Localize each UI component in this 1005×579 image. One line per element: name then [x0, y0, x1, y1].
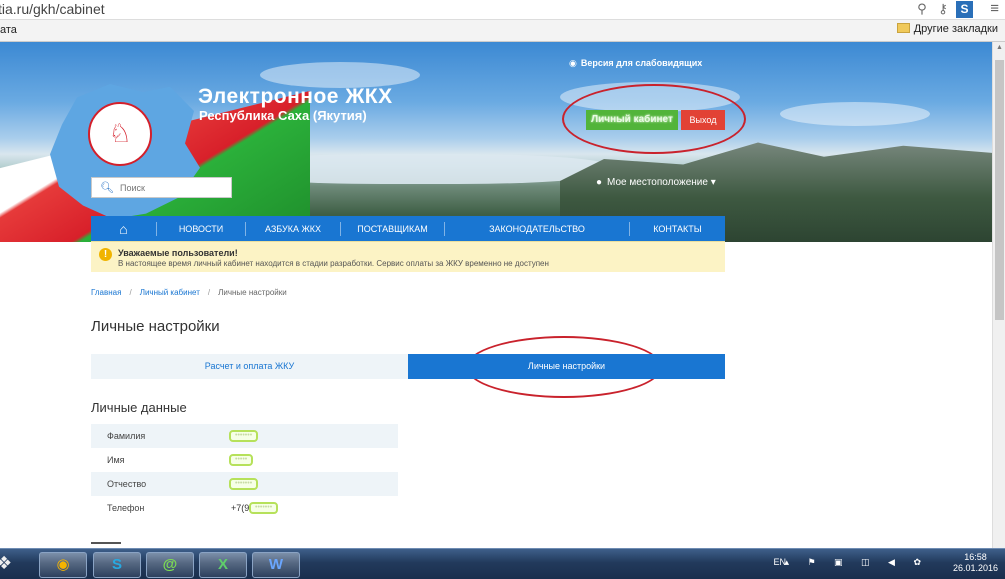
chrome-icon[interactable]: ◉ [39, 552, 87, 578]
main-nav: ⌂ НОВОСТИ АЗБУКА ЖКХ ПОСТАВЩИКАМ ЗАКОНОД… [91, 216, 725, 241]
nav-legislation[interactable]: ЗАКОНОДАТЕЛЬСТВО [445, 221, 630, 236]
table-row: Отчество ••••••• [91, 472, 398, 496]
excel-icon[interactable]: X [199, 552, 247, 578]
eye-icon: ◉ [569, 58, 577, 68]
tab-payment[interactable]: Расчет и оплата ЖКУ [91, 354, 408, 379]
nav-suppliers[interactable]: ПОСТАВЩИКАМ [341, 221, 445, 236]
site-subtitle: Республика Саха (Якутия) [199, 108, 367, 123]
bookmarks-bar: ата Другие закладки [0, 20, 1005, 42]
phone-prefix: +7(9 [231, 503, 250, 513]
location-pin-icon: ● [596, 177, 603, 188]
site-title[interactable]: Электронное ЖКХ [198, 85, 393, 109]
surname-value: ••••••• [229, 430, 259, 442]
search-box[interactable]: 🔍︎ [91, 177, 232, 198]
breadcrumb-home[interactable]: Главная [91, 288, 121, 297]
browser-menu-icon[interactable]: ≡ [990, 0, 999, 17]
url-text[interactable]: tia.ru/gkh/cabinet [0, 1, 105, 17]
table-row: Имя ••••• [91, 448, 398, 472]
patronymic-label: Отчество [107, 479, 147, 489]
breadcrumb-cabinet[interactable]: Личный кабинет [140, 288, 200, 297]
page-scrollbar[interactable]: ▲ [992, 42, 1005, 548]
tab-settings[interactable]: Личные настройки [408, 354, 725, 379]
notice-text: В настоящее время личный кабинет находит… [118, 259, 549, 268]
warning-icon: ! [99, 248, 112, 261]
patronymic-value: ••••••• [229, 478, 259, 490]
taskbar: ❖ ◉ S @ X W EN ▴ ⚑ ▣ ◫ ◀ ✿ 16:58 26.01.2… [0, 548, 1005, 579]
nav-contacts[interactable]: КОНТАКТЫ [630, 222, 725, 236]
bookmark-item[interactable]: ата [0, 24, 17, 36]
breadcrumb-current: Личные настройки [218, 288, 287, 297]
clock[interactable]: 16:58 26.01.2016 [953, 552, 998, 574]
skype-icon[interactable]: S [93, 552, 141, 578]
extension-s-icon[interactable]: S [956, 1, 973, 18]
phone-value: ••••••• [249, 502, 279, 514]
search-icon[interactable]: 🔍︎ [100, 181, 114, 194]
section-title: Личные данные [91, 400, 187, 415]
notice-banner: ! Уважаемые пользователи! В настоящее вр… [91, 241, 725, 272]
annotation-ring-login [562, 84, 746, 154]
location-label: Мое местоположение [607, 177, 708, 188]
table-row: Фамилия ••••••• [91, 424, 398, 448]
address-bar[interactable]: tia.ru/gkh/cabinet ⚲ ⚷ ☆ S ≡ [0, 0, 1005, 20]
folder-icon [896, 23, 910, 33]
search-input[interactable] [120, 180, 225, 195]
start-icon[interactable]: ❖ [0, 553, 12, 574]
other-bookmarks-label: Другие закладки [913, 23, 998, 35]
tray-icons[interactable]: ▴ ⚑ ▣ ◫ ◀ ✿ [784, 557, 929, 568]
breadcrumb: Главная / Личный кабинет / Личные настройки [91, 288, 287, 297]
other-bookmarks[interactable]: Другие закладки [896, 23, 998, 35]
clock-time: 16:58 [964, 552, 987, 562]
breadcrumb-separator: / [129, 288, 132, 297]
name-label: Имя [107, 455, 125, 465]
name-value: ••••• [229, 454, 254, 466]
cloud-decoration [780, 102, 930, 126]
page-title: Личные настройки [91, 318, 220, 335]
scroll-up-icon[interactable]: ▲ [996, 44, 1003, 51]
home-icon[interactable]: ⌂ [91, 221, 157, 236]
surname-label: Фамилия [107, 431, 146, 441]
emblem-logo[interactable]: ♘ [88, 102, 152, 166]
breadcrumb-separator: / [207, 288, 211, 297]
word-icon[interactable]: W [252, 552, 300, 578]
notice-heading: Уважаемые пользователи! [118, 248, 238, 258]
mail-icon[interactable]: @ [146, 552, 194, 578]
nav-news[interactable]: НОВОСТИ [157, 221, 246, 236]
scrollbar-thumb[interactable] [995, 60, 1004, 320]
phone-field: +7(9 ••••••• [231, 502, 279, 514]
clock-date: 26.01.2016 [952, 563, 998, 573]
location-selector[interactable]: ● Мое местоположение ▾ [596, 177, 716, 188]
site-header: ♘ Электронное ЖКХ Республика Саха (Якути… [0, 42, 992, 242]
table-row: Телефон +7(9 ••••••• [91, 496, 398, 520]
nav-abc[interactable]: АЗБУКА ЖКХ [246, 221, 341, 236]
phone-label: Телефон [107, 503, 145, 513]
accessibility-link[interactable]: ◉ Версия для слабовидящих [569, 58, 702, 69]
accessibility-label: Версия для слабовидящих [580, 58, 703, 68]
